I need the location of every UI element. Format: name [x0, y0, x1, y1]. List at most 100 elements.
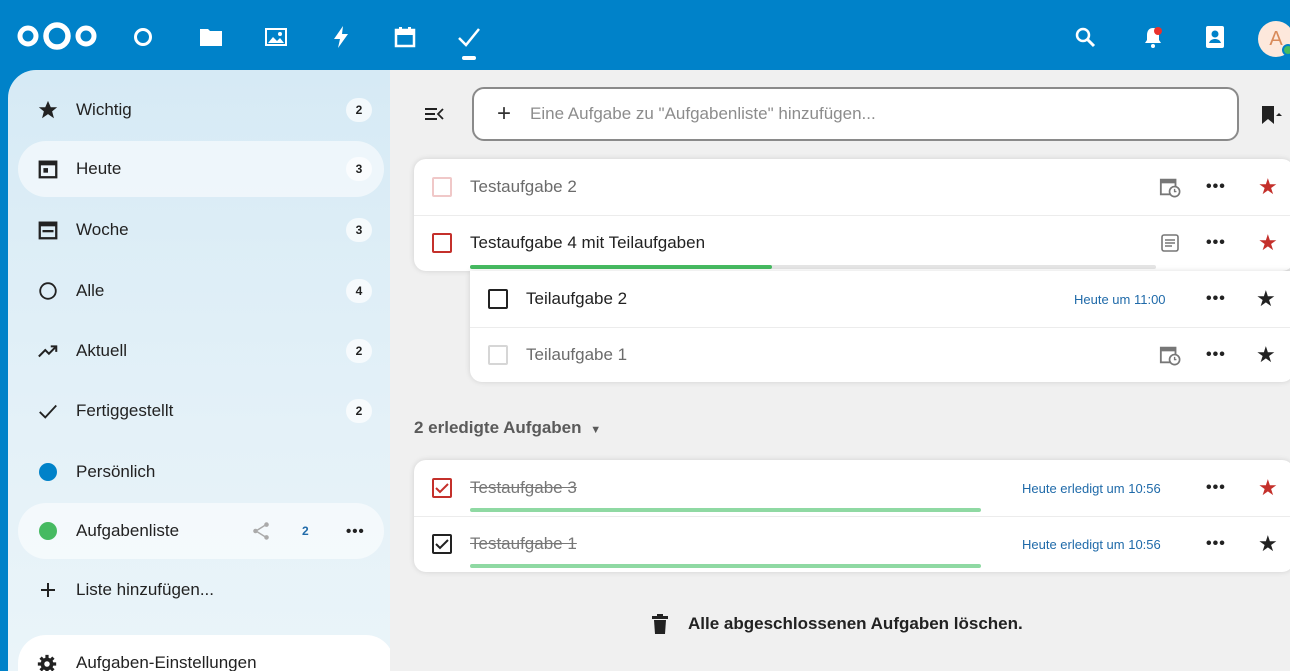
plus-icon — [36, 578, 60, 602]
task-checkbox-checked[interactable] — [432, 478, 452, 498]
completed-task-row[interactable]: Testaufgabe 1 Heute erledigt um 10:56 ••… — [414, 516, 1290, 572]
online-status-badge — [1282, 44, 1290, 56]
star-icon[interactable]: ★ — [1256, 342, 1276, 368]
add-task-input[interactable] — [530, 104, 1210, 124]
activity-icon[interactable] — [328, 24, 354, 50]
sort-bookmark-icon[interactable] — [1260, 104, 1282, 131]
completed-date: Heute erledigt um 10:56 — [1022, 480, 1161, 496]
subtask-checkbox[interactable] — [488, 345, 508, 365]
sidebar-item-label: Persönlich — [76, 462, 156, 481]
nextcloud-logo[interactable] — [16, 22, 98, 50]
note-icon — [1158, 231, 1182, 255]
task-more-button[interactable]: ••• — [1206, 178, 1226, 196]
sidebar-list-aufgabenliste[interactable]: Aufgabenliste 2 ••• — [18, 503, 384, 559]
completed-date: Heute erledigt um 10:56 — [1022, 536, 1161, 552]
star-icon[interactable]: ★ — [1258, 475, 1278, 501]
progress-fill — [470, 265, 772, 269]
circle-icon — [36, 279, 60, 303]
photos-icon[interactable] — [263, 24, 289, 50]
star-icon[interactable]: ★ — [1258, 531, 1278, 557]
task-more-button[interactable]: ••• — [1206, 479, 1226, 497]
completed-task-row[interactable]: Testaufgabe 3 Heute erledigt um 10:56 ••… — [414, 460, 1290, 516]
avatar-letter: A — [1269, 27, 1283, 50]
sidebar-item-aktuell[interactable]: Aktuell 2 — [18, 323, 384, 379]
files-icon[interactable] — [198, 24, 224, 50]
check-icon — [36, 399, 60, 423]
subtask-row[interactable]: Teilaufgabe 1 ••• ★ — [470, 327, 1290, 383]
toggle-navigation-button[interactable] — [420, 100, 448, 128]
subtask-title: Teilaufgabe 2 — [526, 289, 628, 308]
list-color-dot — [39, 463, 57, 481]
task-progress-bar — [470, 508, 1200, 512]
active-app-indicator — [462, 56, 476, 60]
completed-header-label: 2 erledigte Aufgaben — [414, 418, 582, 437]
trash-icon — [652, 614, 668, 634]
star-icon[interactable]: ★ — [1258, 174, 1278, 200]
task-progress-bar — [470, 564, 1200, 568]
delete-completed-button[interactable]: Alle abgeschlossenen Aufgaben löschen. — [652, 614, 1023, 634]
star-icon — [36, 98, 60, 122]
add-task-field[interactable]: + — [472, 87, 1239, 141]
task-title: Testaufgabe 3 — [470, 478, 577, 497]
list-color-dot — [39, 522, 57, 540]
star-icon[interactable]: ★ — [1258, 230, 1278, 256]
contacts-icon[interactable] — [1202, 24, 1228, 50]
sidebar-item-label: Aktuell — [76, 341, 128, 360]
sidebar-list-persoenlich[interactable]: Persönlich — [18, 444, 384, 500]
count-badge: 2 — [346, 399, 372, 423]
due-date: Heute um 11:00 — [1074, 291, 1166, 307]
task-more-button[interactable]: ••• — [1206, 234, 1226, 252]
add-list-button[interactable]: Liste hinzufügen... — [18, 562, 384, 618]
subtask-title: Teilaufgabe 1 — [526, 345, 628, 364]
list-more-button[interactable]: ••• — [346, 523, 365, 540]
task-row[interactable]: Testaufgabe 4 mit Teilaufgaben ••• ★ — [414, 215, 1290, 271]
star-icon[interactable]: ★ — [1256, 286, 1276, 312]
count-badge: 3 — [346, 157, 372, 181]
count-badge: 2 — [346, 339, 372, 363]
sidebar-item-label: Alle — [76, 281, 105, 300]
tasks-icon[interactable] — [456, 24, 482, 50]
task-more-button[interactable]: ••• — [1206, 535, 1226, 553]
sidebar-item-label: Heute — [76, 159, 122, 178]
share-icon[interactable] — [250, 520, 272, 547]
calendar-week-icon — [36, 218, 60, 242]
subtask-checkbox[interactable] — [488, 289, 508, 309]
count-badge: 2 — [346, 98, 372, 122]
sidebar-item-alle[interactable]: Alle 4 — [18, 263, 384, 319]
task-checkbox-checked[interactable] — [432, 534, 452, 554]
sidebar-item-label: Aufgabenliste — [76, 521, 180, 540]
sidebar-item-woche[interactable]: Woche 3 — [18, 202, 384, 258]
sidebar: Wichtig 2 Heute 3 Woche 3 Alle 4 Aktuell… — [8, 70, 394, 671]
completed-list-card: Testaufgabe 3 Heute erledigt um 10:56 ••… — [414, 460, 1290, 572]
caret-down-icon: ▼ — [590, 424, 602, 436]
share-count: 2 — [302, 524, 309, 538]
settings-label: Aufgaben-Einstellungen — [76, 653, 257, 671]
notifications-icon[interactable] — [1140, 24, 1166, 50]
calendar-clock-icon — [1158, 175, 1182, 199]
sidebar-item-label: Woche — [76, 220, 129, 239]
trending-up-icon — [36, 339, 60, 363]
calendar-icon[interactable] — [392, 24, 418, 50]
task-row[interactable]: Testaufgabe 2 ••• ★ — [414, 159, 1290, 215]
dashboard-icon[interactable] — [130, 24, 156, 50]
task-more-button[interactable]: ••• — [1206, 290, 1226, 308]
calendar-today-icon — [36, 157, 60, 181]
calendar-clock-icon — [1158, 343, 1182, 367]
sidebar-item-fertiggestellt[interactable]: Fertiggestellt 2 — [18, 383, 384, 439]
sidebar-item-label: Fertiggestellt — [76, 401, 174, 420]
plus-icon: + — [496, 100, 511, 127]
list-color-icon — [36, 519, 60, 543]
task-checkbox[interactable] — [432, 233, 452, 253]
task-progress-bar — [470, 265, 1156, 269]
task-more-button[interactable]: ••• — [1206, 346, 1226, 364]
task-checkbox[interactable] — [432, 177, 452, 197]
sidebar-item-wichtig[interactable]: Wichtig 2 — [18, 82, 384, 138]
subtask-row[interactable]: Teilaufgabe 2 Heute um 11:00 ••• ★ — [470, 271, 1290, 327]
settings-button[interactable]: Aufgaben-Einstellungen — [18, 635, 394, 671]
completed-tasks-toggle[interactable]: 2 erledigte Aufgaben ▼ — [414, 418, 601, 438]
subtask-list-card: Teilaufgabe 2 Heute um 11:00 ••• ★ Teila… — [470, 271, 1290, 382]
task-list-card: Testaufgabe 2 ••• ★ Testaufgabe 4 mit Te… — [414, 159, 1290, 271]
add-list-label: Liste hinzufügen... — [76, 580, 214, 599]
search-icon[interactable] — [1072, 24, 1098, 50]
sidebar-item-heute[interactable]: Heute 3 — [18, 141, 384, 197]
